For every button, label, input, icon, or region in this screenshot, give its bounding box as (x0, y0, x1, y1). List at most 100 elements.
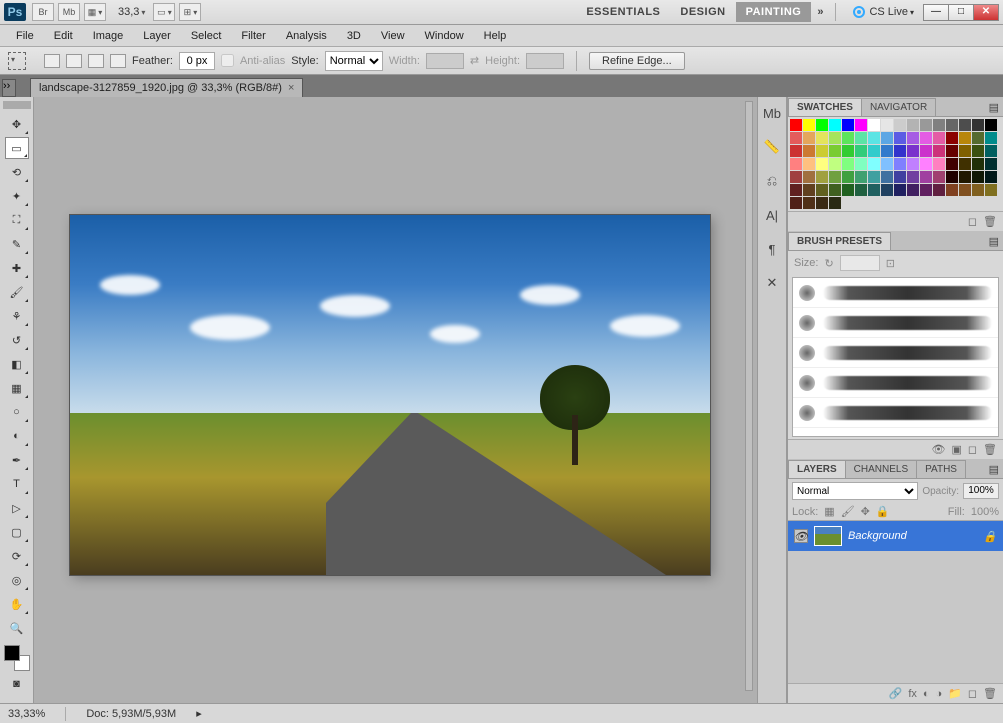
swatch[interactable] (946, 145, 958, 157)
swatch[interactable] (816, 197, 828, 209)
swatch[interactable] (881, 171, 893, 183)
swatch[interactable] (972, 171, 984, 183)
zoom-tool[interactable]: 🔍 (5, 617, 29, 639)
workspace-more[interactable]: » (811, 2, 829, 22)
brush-preset-row[interactable] (793, 398, 998, 428)
layer-name[interactable]: Background (848, 530, 907, 542)
swatch[interactable] (855, 158, 867, 170)
crop-tool[interactable]: ⛶ (5, 209, 29, 231)
subtract-selection-icon[interactable] (88, 54, 104, 68)
swatch[interactable] (933, 132, 945, 144)
3d-rotate-tool[interactable]: ⟳ (5, 545, 29, 567)
hand-tool[interactable]: ✋ (5, 593, 29, 615)
brush-reset-icon[interactable]: ↻ (824, 257, 833, 270)
ruler-panel-icon[interactable]: 📏 (762, 137, 782, 157)
toolbox-grip[interactable] (3, 101, 31, 109)
swatch[interactable] (803, 158, 815, 170)
brush-view-icon[interactable]: 👁 (932, 443, 946, 456)
swatch[interactable] (803, 145, 815, 157)
swatch[interactable] (985, 132, 997, 144)
swatch[interactable] (894, 119, 906, 131)
swatch[interactable] (894, 171, 906, 183)
swatch[interactable] (790, 171, 802, 183)
swatch[interactable] (985, 119, 997, 131)
swatch[interactable] (829, 197, 841, 209)
settings-panel-icon[interactable]: ✕ (762, 273, 782, 293)
brush-lib-icon[interactable]: ▣ (951, 443, 961, 456)
menu-filter[interactable]: Filter (231, 27, 275, 45)
workspace-painting[interactable]: PAINTING (736, 2, 812, 22)
new-brush-icon[interactable]: ◻ (968, 443, 977, 456)
minimize-button[interactable]: — (923, 4, 949, 21)
swatch[interactable] (985, 145, 997, 157)
new-swatch-icon[interactable]: ◻ (968, 215, 977, 228)
bridge-button[interactable]: Br (32, 3, 54, 21)
extras-button[interactable]: ⊞ (179, 3, 201, 21)
swatch[interactable] (907, 158, 919, 170)
swatch[interactable] (790, 145, 802, 157)
swatch[interactable] (985, 158, 997, 170)
swatch[interactable] (881, 132, 893, 144)
swatch[interactable] (816, 184, 828, 196)
swatch[interactable] (946, 119, 958, 131)
swatch[interactable] (920, 184, 932, 196)
vertical-scrollbar[interactable] (745, 101, 753, 691)
swatch[interactable] (855, 184, 867, 196)
swatch[interactable] (946, 132, 958, 144)
layer-mask-icon[interactable]: ◐ (923, 688, 930, 700)
swatch[interactable] (868, 145, 880, 157)
menu-edit[interactable]: Edit (44, 27, 83, 45)
para-panel-icon[interactable]: ¶ (762, 239, 782, 259)
tab-brush-presets[interactable]: BRUSH PRESETS (788, 232, 891, 250)
menu-3d[interactable]: 3D (337, 27, 371, 45)
menu-file[interactable]: File (6, 27, 44, 45)
swatches-panel-menu[interactable]: ▤ (985, 99, 1003, 116)
swatch[interactable] (803, 132, 815, 144)
swatch[interactable] (855, 132, 867, 144)
swatch[interactable] (790, 184, 802, 196)
swatch[interactable] (816, 132, 828, 144)
swatch-grid[interactable] (788, 117, 1003, 211)
eraser-tool[interactable]: ◧ (5, 353, 29, 375)
swatch[interactable] (946, 171, 958, 183)
swatch[interactable] (920, 145, 932, 157)
swatch[interactable] (933, 145, 945, 157)
mb-panel-icon[interactable]: Mb (762, 103, 782, 123)
mini-bridge-button[interactable]: Mb (58, 3, 80, 21)
close-tab-icon[interactable]: × (288, 82, 294, 94)
swatch[interactable] (868, 171, 880, 183)
swatch[interactable] (842, 145, 854, 157)
new-selection-icon[interactable] (44, 54, 60, 68)
status-doc-size[interactable]: Doc: 5,93M/5,93M (86, 708, 176, 720)
swatch[interactable] (985, 184, 997, 196)
3d-orbit-tool[interactable]: ◎ (5, 569, 29, 591)
swatch[interactable] (816, 171, 828, 183)
quick-mask-toggle[interactable]: ◙ (5, 673, 29, 695)
blur-tool[interactable]: ○ (5, 401, 29, 423)
type-tool[interactable]: T (5, 473, 29, 495)
swatch[interactable] (972, 132, 984, 144)
link-layers-icon[interactable]: 🔗 (889, 687, 903, 700)
swatch[interactable] (972, 119, 984, 131)
swatch[interactable] (881, 184, 893, 196)
swatch[interactable] (829, 171, 841, 183)
status-arrow-icon[interactable]: ▸ (196, 707, 202, 720)
swatch[interactable] (790, 119, 802, 131)
swatch[interactable] (933, 184, 945, 196)
swatch[interactable] (790, 132, 802, 144)
swatch[interactable] (894, 145, 906, 157)
swatch[interactable] (855, 119, 867, 131)
swatch[interactable] (972, 184, 984, 196)
screen-mode-button[interactable]: ▭ (153, 3, 175, 21)
lock-position-icon[interactable]: ✥ (861, 505, 870, 518)
refine-edge-button[interactable]: Refine Edge... (589, 52, 685, 70)
tool-preset-picker[interactable] (8, 52, 26, 70)
color-swatches[interactable] (4, 645, 30, 671)
rectangle-tool[interactable]: ▢ (5, 521, 29, 543)
intersect-selection-icon[interactable] (110, 54, 126, 68)
workspace-design[interactable]: DESIGN (670, 2, 735, 22)
path-select-tool[interactable]: ▷ (5, 497, 29, 519)
swatch[interactable] (829, 145, 841, 157)
lock-brush-icon[interactable]: 🖌 (841, 505, 855, 518)
tab-paths[interactable]: PATHS (916, 460, 966, 478)
